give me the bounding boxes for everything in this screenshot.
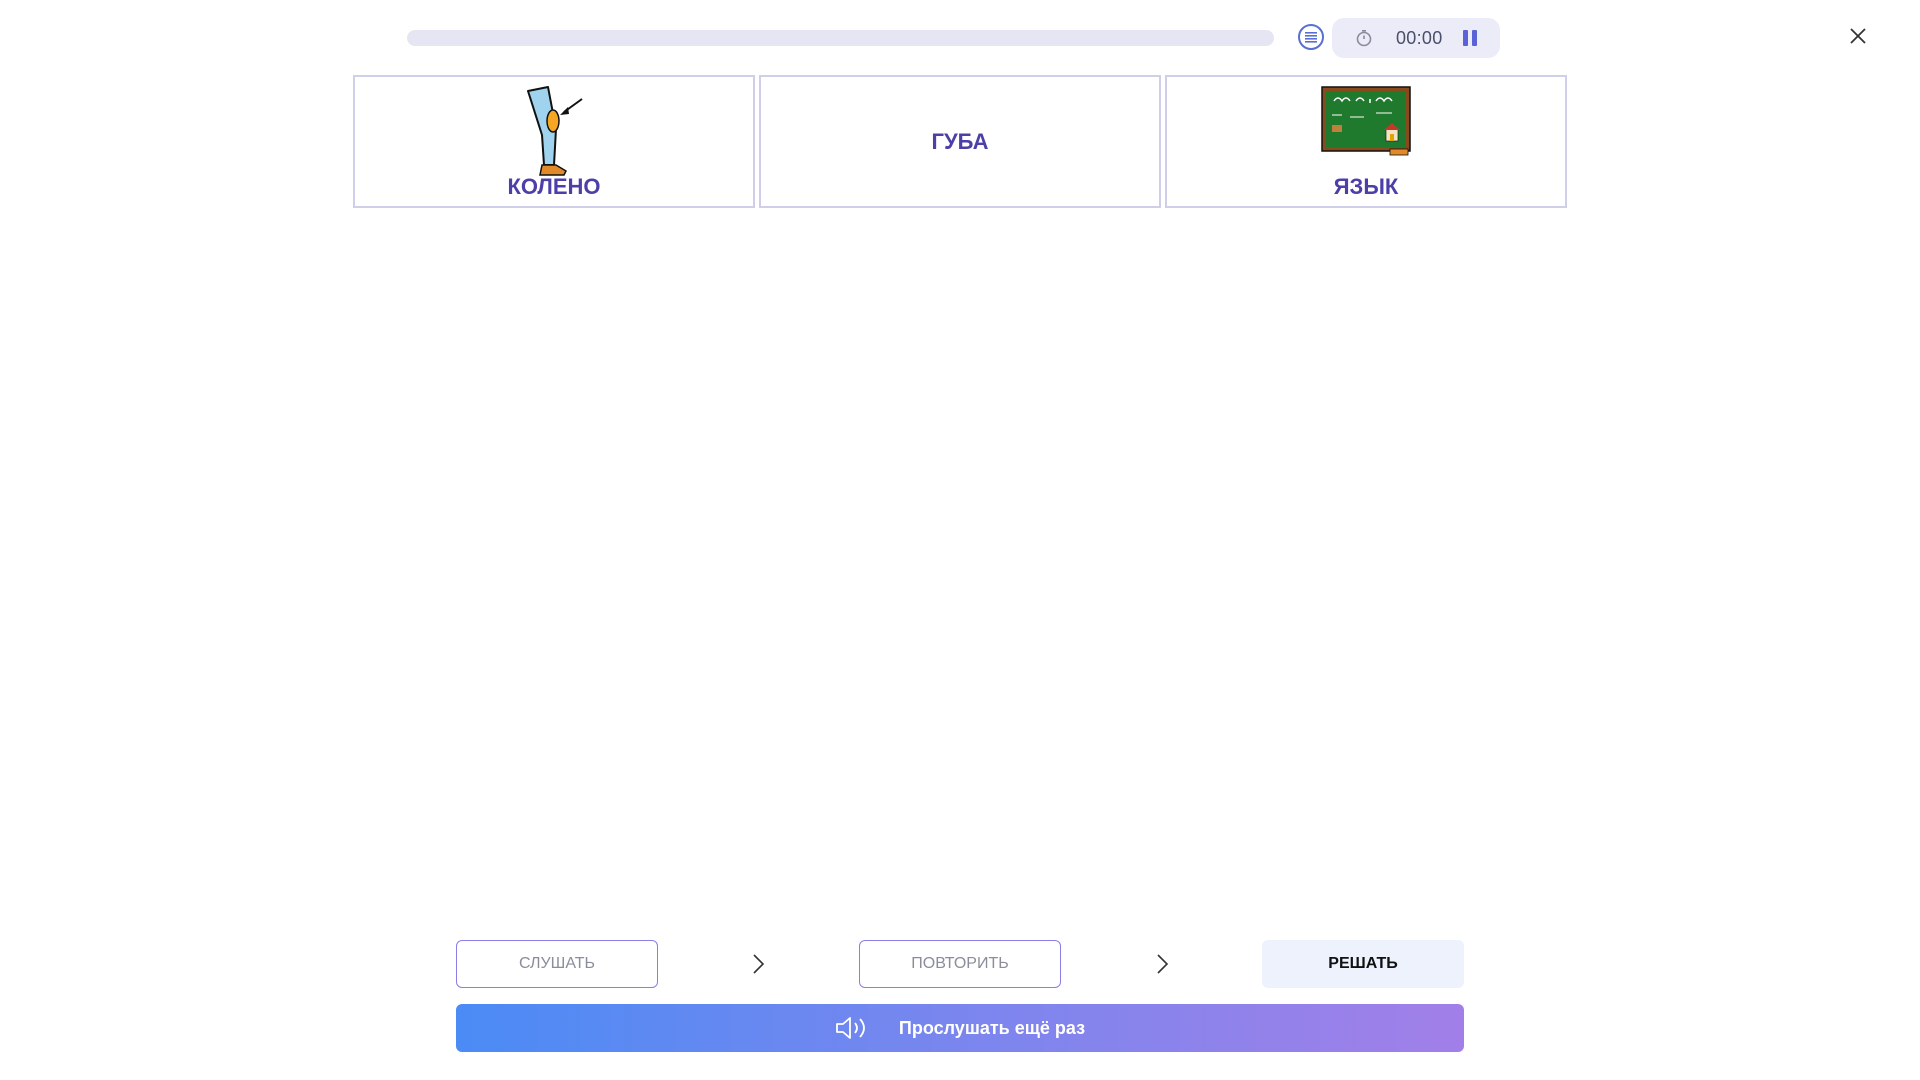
pause-button[interactable]	[1461, 29, 1479, 47]
solve-step-button[interactable]: РЕШАТЬ	[1262, 940, 1464, 988]
list-icon	[1305, 32, 1317, 43]
replay-button[interactable]: Прослушать ещё раз	[456, 1004, 1464, 1052]
answer-cards: КОЛЕНО ГУБА ЯЗЫК	[353, 75, 1567, 208]
progress-bar	[407, 30, 1274, 46]
chalkboard-picture	[1321, 86, 1411, 156]
listen-step-button[interactable]: СЛУШАТЬ	[456, 940, 658, 988]
timer-display: 00:00	[1396, 27, 1443, 48]
step-navigation: СЛУШАТЬ ПОВТОРИТЬ РЕШАТЬ	[456, 940, 1464, 988]
stopwatch-icon	[1354, 28, 1374, 48]
close-icon	[1850, 28, 1866, 44]
answer-card-tongue[interactable]: ЯЗЫК	[1165, 75, 1567, 208]
card-label: ЯЗЫК	[1333, 174, 1399, 199]
timer-panel: 00:00	[1332, 18, 1500, 58]
answer-card-knee[interactable]: КОЛЕНО	[353, 75, 755, 208]
card-label: ГУБА	[931, 128, 989, 154]
chevron-right-icon	[753, 954, 765, 974]
close-button[interactable]	[1846, 24, 1870, 48]
list-button[interactable]	[1298, 24, 1324, 50]
knee-picture	[527, 86, 583, 176]
replay-label: Прослушать ещё раз	[898, 1017, 1086, 1038]
answer-card-lip[interactable]: ГУБА	[759, 75, 1161, 208]
repeat-step-button[interactable]: ПОВТОРИТЬ	[859, 940, 1061, 988]
pause-icon	[1462, 30, 1468, 46]
speaker-icon	[836, 1017, 865, 1039]
pause-icon-bar	[1471, 30, 1477, 46]
card-label: КОЛЕНО	[507, 174, 601, 199]
chevron-right-icon	[1157, 954, 1169, 974]
